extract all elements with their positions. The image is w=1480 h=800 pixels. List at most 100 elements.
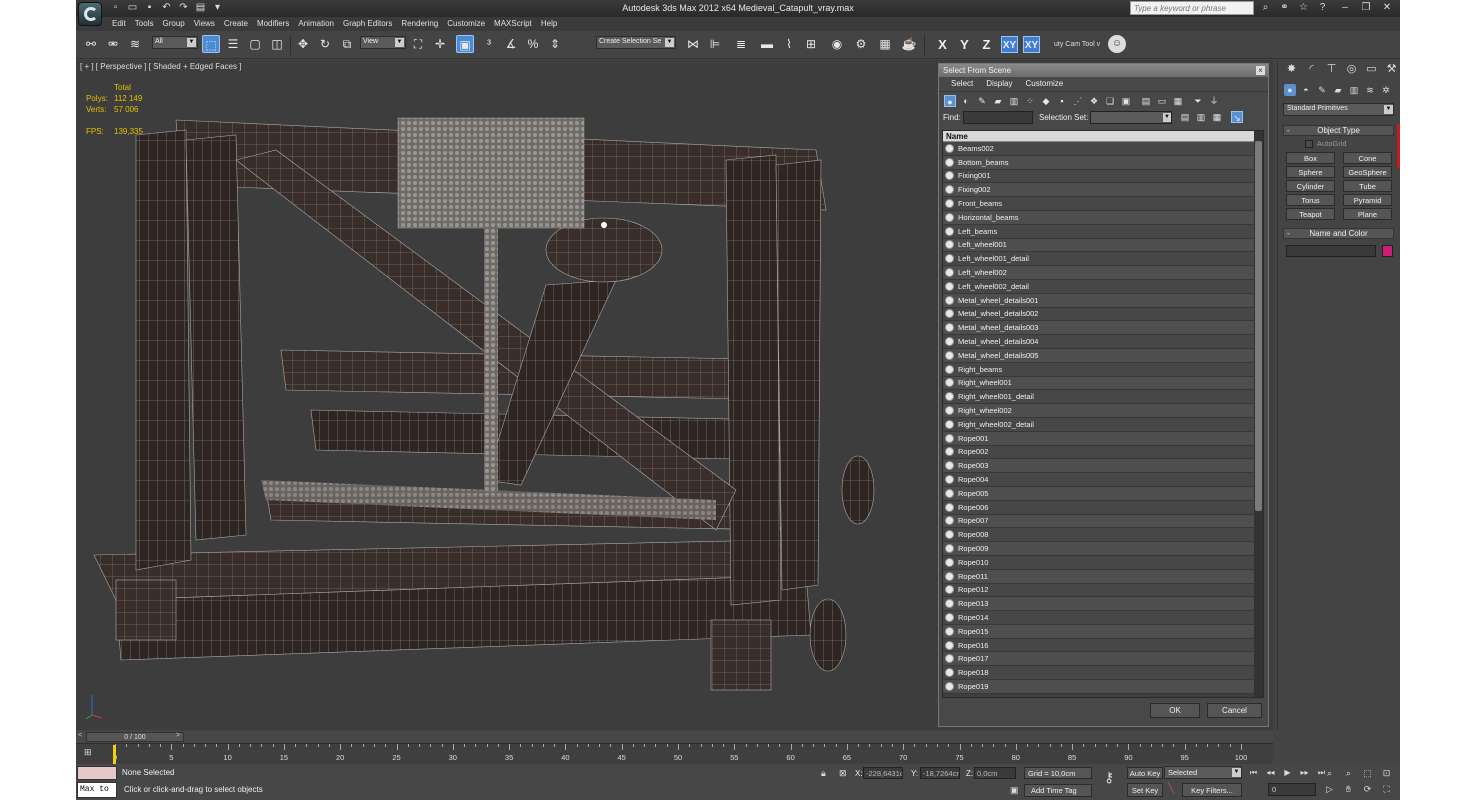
absolute-mode-icon[interactable]: ⊠ [839,768,847,779]
mirror-icon[interactable]: ⋈ [684,35,702,53]
restore-icon[interactable]: ❐ [1357,1,1375,14]
spinner-snap-icon[interactable]: ⇕ [546,35,564,53]
axis-xy-button[interactable]: XY [1001,36,1018,53]
list-scrollbar-thumb[interactable] [1255,141,1262,511]
dialog-menu-display[interactable]: Display [986,79,1012,91]
zoom-icon[interactable]: ⌕ [1322,767,1337,780]
render-setup-icon[interactable]: ⚙ [852,35,870,53]
utilities-tab-icon[interactable]: ⚒ [1384,62,1399,77]
mini-curve-editor-icon[interactable]: ⊞ [84,747,98,759]
orbit-icon[interactable]: ⟳ [1360,783,1375,796]
key-filters-button[interactable]: Key Filters... [1182,783,1242,797]
go-to-start-icon[interactable]: ⏮ [1246,767,1261,779]
track-bar[interactable]: ⊞ 05101520253035404550556065707580859095… [76,743,1273,764]
star-icon[interactable]: ☆ [1298,2,1309,13]
create-tab-icon[interactable]: ✸ [1284,62,1299,77]
autogrid-option[interactable]: AutoGrid [1305,139,1394,148]
list-item[interactable]: Right_wheel001_detail [943,390,1255,405]
spacewarps-icon[interactable]: ≋ [1364,84,1376,96]
menu-edit[interactable]: Edit [112,19,135,28]
shapes-icon[interactable]: ◓ [1300,84,1312,96]
list-item[interactable]: Rope014 [943,611,1255,625]
systems-icon[interactable]: ✲ [1380,84,1392,96]
time-prev-icon[interactable]: < [78,732,82,739]
window-crossing-icon[interactable]: ◫ [268,35,286,53]
list-item[interactable]: Rope016 [943,638,1255,653]
current-frame-field[interactable]: 0 [1268,783,1316,796]
time-next-icon[interactable]: > [176,732,180,739]
cameras-icon[interactable]: ▰ [1332,84,1344,96]
name-column-header[interactable]: Name [943,131,1263,142]
display-groups-icon[interactable]: ◆ [1040,95,1052,107]
display-spacewarps-icon[interactable]: ⁘ [1024,95,1036,107]
list-item[interactable]: Rope013 [943,597,1255,612]
object-name-input[interactable] [1286,245,1376,257]
time-slider-thumb[interactable]: 0 / 100 [86,732,184,742]
rotate-icon[interactable]: ↻ [316,35,334,53]
select-none-icon[interactable]: ▭ [1156,95,1168,107]
y-coord-field[interactable]: -18,7264cr [920,767,960,779]
app-logo-icon[interactable] [78,2,102,26]
menu-tools[interactable]: Tools [135,19,163,28]
next-frame-icon[interactable]: ▸▸ [1297,767,1312,779]
list-item[interactable]: Right_wheel002 [943,404,1255,418]
previous-frame-icon[interactable]: ◂◂ [1263,767,1278,779]
schematic-view-icon[interactable]: ⊞ [802,35,820,53]
list-scrollbar[interactable] [1254,131,1263,697]
list-item[interactable]: Left_wheel001 [943,238,1255,253]
menu-create[interactable]: Create [224,19,257,28]
motion-tab-icon[interactable]: ◎ [1344,62,1359,77]
hierarchy-tab-icon[interactable]: ⊤ [1324,62,1339,77]
display-containers-icon[interactable]: ❖ [1088,95,1100,107]
menu-maxscript[interactable]: MAXScript [494,19,541,28]
list-item[interactable]: Metal_wheel_details004 [943,335,1255,349]
help-search-input[interactable]: Type a keyword or phrase [1130,1,1254,15]
dialog-menu-customize[interactable]: Customize [1025,79,1063,91]
list-item[interactable]: Right_wheel001 [943,376,1255,391]
helpers-icon[interactable]: ▥ [1348,84,1360,96]
filter-icon[interactable]: ⏷ [1192,95,1204,107]
menu-rendering[interactable]: Rendering [401,19,447,28]
reference-coordinate-dropdown[interactable]: View [360,36,406,49]
selection-filter-dropdown[interactable]: All [152,36,198,49]
object-type-header[interactable]: Object Type [1283,125,1394,136]
list-item[interactable]: Bottom_beams [943,155,1255,170]
pan-icon[interactable]: ✋︎ [1341,783,1356,796]
list-item[interactable]: Rope008 [943,528,1255,543]
list-item[interactable]: Rope012 [943,583,1255,598]
list-item[interactable]: Rope001 [943,431,1255,446]
menu-group[interactable]: Group [162,19,193,28]
list-item[interactable]: Front_beams [943,197,1255,211]
list-item[interactable]: Right_beams [943,362,1255,377]
angle-snap-icon[interactable]: ∡ [502,35,520,53]
display-shapes-icon[interactable]: ◐ [960,95,972,107]
list-item[interactable]: Rope005 [943,486,1255,501]
display-lights-icon[interactable]: ✎ [976,95,988,107]
dialog-close-icon[interactable]: × [1256,66,1265,75]
list-item[interactable]: Left_wheel001_detail [943,252,1255,267]
find-case-icon[interactable]: ▤ [1179,111,1191,123]
menu-animation[interactable]: Animation [298,19,343,28]
list-item[interactable]: Rope011 [943,569,1255,584]
list-item[interactable]: Rope006 [943,500,1255,515]
display-helpers-icon[interactable]: ▥ [1008,95,1020,107]
list-item[interactable]: Rope018 [943,666,1255,681]
viewport-label[interactable]: [ + ] [ Perspective ] [ Shaded + Edged F… [80,62,241,71]
primitive-category-dropdown[interactable]: Standard Primitives [1283,103,1394,116]
list-item[interactable]: Rope007 [943,514,1255,529]
unlink-icon[interactable]: ⚮ [104,35,122,53]
scale-icon[interactable]: ⧉ [338,35,356,53]
dialog-title-bar[interactable]: Select From Scene × [939,64,1268,77]
dialog-menu-select[interactable]: Select [951,79,973,91]
filter-settings-icon[interactable]: ⏚ [1208,95,1220,107]
move-icon[interactable]: ✥ [294,35,312,53]
list-item[interactable]: Horizontal_beams [943,210,1255,225]
ok-button[interactable]: OK [1150,703,1200,718]
zoom-extents-icon[interactable]: ⬚ [1360,767,1375,780]
display-geometry-icon[interactable]: ● [944,95,956,107]
list-item[interactable]: Rope017 [943,652,1255,667]
lights-icon[interactable]: ✎ [1316,84,1328,96]
keyboard-shortcut-override-icon[interactable]: ▣ [456,35,474,53]
cone-button[interactable]: Cone [1343,152,1392,164]
maximize-viewport-icon[interactable]: ⛶ [1379,783,1394,796]
